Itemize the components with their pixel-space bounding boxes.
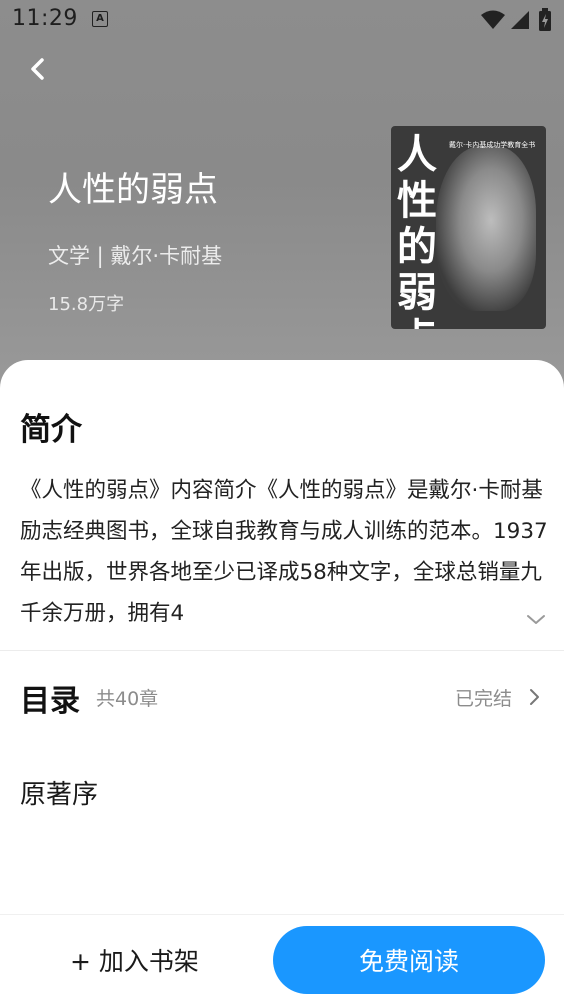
toc-status[interactable]: 已完结 xyxy=(455,684,512,711)
book-cover: 人性的弱点 戴尔·卡内基成功学教育全书 xyxy=(391,126,546,329)
word-count: 15.8万字 xyxy=(48,294,125,315)
intro-text: 《人性的弱点》内容简介《人性的弱点》是戴尔·卡耐基励志经典图书，全球自我教育与成… xyxy=(20,478,548,626)
wifi-icon xyxy=(481,10,505,29)
chevron-down-icon[interactable] xyxy=(524,608,548,632)
book-title: 人性的弱点 xyxy=(48,170,218,210)
read-free-button[interactable]: 免费阅读 xyxy=(273,926,545,994)
add-to-shelf-button[interactable]: + 加入书架 xyxy=(70,942,199,978)
divider xyxy=(0,650,564,651)
toc-count: 共40章 xyxy=(96,688,159,710)
cover-title: 人性的弱点 xyxy=(397,131,437,330)
status-bar: 11:29 A xyxy=(0,0,564,40)
book-header: 11:29 A 人性的弱点 文学 | 戴尔·卡耐基 15.8万字 人性的弱点 戴… xyxy=(0,0,564,400)
cover-subtitle: 戴尔·卡内基成功学教育全书 xyxy=(449,141,536,149)
intro-heading: 简介 xyxy=(20,412,82,448)
cover-portrait xyxy=(436,146,536,311)
detail-sheet xyxy=(0,360,564,1004)
toc-item[interactable]: 原著序 xyxy=(20,774,98,811)
status-time: 11:29 xyxy=(12,6,78,31)
divider xyxy=(0,914,564,915)
toc-heading: 目录 xyxy=(20,684,80,719)
chevron-left-icon[interactable] xyxy=(22,52,58,88)
a-icon: A xyxy=(92,11,108,27)
signal-icon xyxy=(511,11,529,29)
book-meta: 文学 | 戴尔·卡耐基 xyxy=(48,244,223,268)
chevron-right-icon[interactable] xyxy=(528,687,542,707)
battery-icon xyxy=(539,8,551,31)
